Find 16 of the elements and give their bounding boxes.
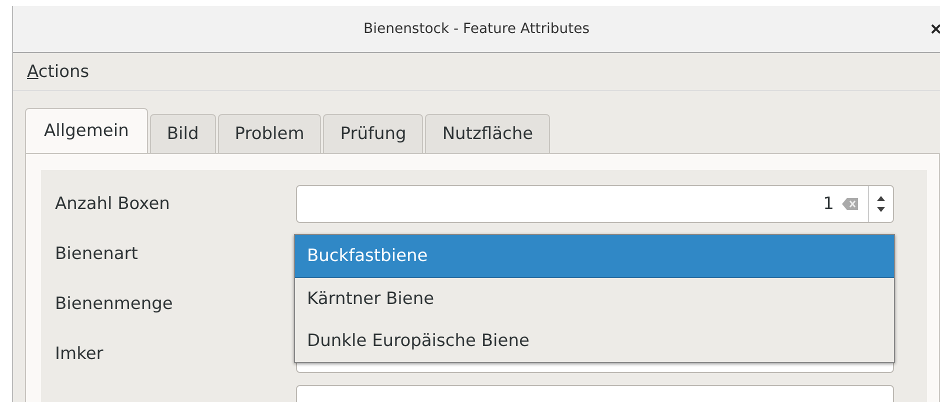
- field-label: Imker: [55, 343, 104, 366]
- dropdown-option[interactable]: Dunkle Europäische Biene: [295, 320, 894, 362]
- tab[interactable]: Allgemein: [25, 108, 148, 153]
- tab[interactable]: Prüfung: [323, 114, 424, 153]
- spin-field[interactable]: 1: [296, 185, 894, 223]
- menu-item[interactable]: Actions: [27, 62, 90, 82]
- dropdown-option[interactable]: Buckfastbiene: [295, 235, 894, 278]
- field-label: Bienenmenge: [55, 293, 174, 316]
- field-label: Anzahl Boxen: [55, 193, 171, 216]
- tab[interactable]: Problem: [218, 114, 322, 153]
- close-icon[interactable]: [930, 23, 940, 35]
- tab[interactable]: Bild: [150, 114, 216, 153]
- tab[interactable]: Nutzfläche: [425, 114, 550, 153]
- window-title: Bienenstock - Feature Attributes: [363, 21, 590, 37]
- field-label: Bienenart: [55, 243, 139, 266]
- dropdown-option[interactable]: Kärntner Biene: [295, 278, 894, 320]
